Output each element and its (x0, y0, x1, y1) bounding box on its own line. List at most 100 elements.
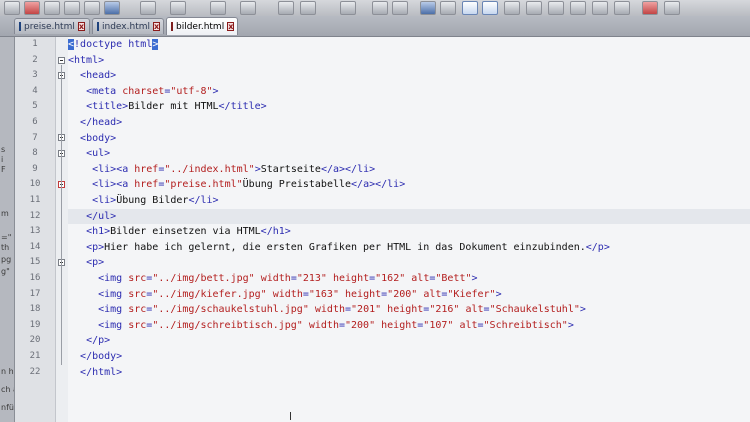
side-fragment: g" (1, 267, 10, 276)
side-fragment: th (1, 243, 10, 252)
tab-index[interactable]: index.html x (92, 18, 164, 34)
code-line: <html> (68, 54, 105, 66)
line-number: 21 (29, 351, 41, 361)
toolbar-button[interactable] (278, 1, 294, 15)
toolbar-button[interactable] (240, 1, 256, 15)
line-number: 4 (32, 85, 38, 96)
tab-bilder[interactable]: bilder.html x (166, 17, 238, 35)
html-file-icon (171, 22, 173, 31)
code-line: <li><a href="../index.html">Startseite</… (92, 163, 376, 175)
toolbar-button[interactable] (420, 1, 436, 15)
toolbar-button[interactable] (664, 1, 680, 15)
tab-label: bilder.html (176, 21, 225, 32)
toolbar-button[interactable] (570, 1, 586, 15)
fold-column (56, 37, 68, 422)
close-icon[interactable]: x (152, 22, 161, 31)
tab-bar: preise.html x index.html x bilder.html x (0, 16, 750, 37)
line-number: 14 (29, 241, 41, 252)
side-fragment: i (1, 155, 4, 164)
code-line: </head> (80, 117, 123, 128)
line-number: 16 (29, 273, 41, 283)
side-fragment: nfüh (1, 403, 14, 412)
tab-preise[interactable]: preise.html x (14, 18, 90, 34)
code-line: <title>Bilder mit HTML</title> (86, 101, 267, 113)
close-icon[interactable]: x (227, 22, 235, 31)
tab-label: preise.html (24, 21, 75, 32)
code-line: </body> (80, 351, 123, 362)
side-fragment: s (1, 145, 6, 154)
line-number: 13 (29, 226, 41, 237)
side-fragment: ch a (1, 385, 14, 394)
code-line: <img src="../img/schaukelstuhl.jpg" widt… (98, 304, 586, 316)
toolbar-button[interactable] (462, 1, 478, 15)
close-icon[interactable]: x (77, 22, 86, 31)
toolbar-button[interactable] (170, 1, 186, 15)
toolbar-button[interactable] (614, 1, 630, 15)
side-panel: s i F m =" th pg g" n hä ch a nfüh (0, 37, 15, 422)
code-line: <body> (80, 132, 117, 144)
line-number: 20 (29, 335, 41, 346)
code-line: <img src="../img/kiefer.jpg" width="163"… (98, 288, 502, 300)
line-number: 15 (29, 257, 41, 268)
toolbar-button[interactable] (104, 1, 120, 15)
side-fragment: F (1, 165, 6, 174)
side-fragment: pg (1, 255, 12, 264)
html-file-icon (19, 22, 21, 31)
line-number: 18 (29, 304, 41, 315)
line-number: 22 (29, 366, 41, 377)
line-number: 1 (32, 39, 38, 49)
line-number: 3 (32, 70, 38, 81)
toolbar-button[interactable] (24, 1, 40, 15)
code-line: </p> (86, 335, 111, 347)
toolbar-button[interactable] (526, 1, 542, 15)
code-line: </html> (80, 366, 123, 378)
toolbar-button[interactable] (340, 1, 356, 15)
code-line: <meta charset="utf-8"> (86, 85, 219, 97)
toolbar-button[interactable] (64, 1, 80, 15)
code-line: <ul> (86, 148, 111, 160)
toolbar-button[interactable] (642, 1, 658, 15)
line-number: 7 (32, 132, 38, 143)
line-number: 10 (29, 179, 41, 190)
fold-guide (61, 65, 62, 365)
html-file-icon (97, 22, 99, 31)
toolbar-button[interactable] (482, 1, 498, 15)
toolbar (0, 0, 750, 17)
toolbar-button[interactable] (140, 1, 156, 15)
code-line: <li>Übung Bilder</li> (92, 195, 219, 206)
side-fragment: n hä (1, 367, 14, 376)
toolbar-button[interactable] (44, 1, 60, 15)
code-line: <img src="../img/bett.jpg" width="213" h… (98, 273, 478, 284)
code-line: <head> (80, 70, 117, 82)
code-editor[interactable]: <!doctype html> <html> <head> <meta char… (68, 37, 750, 422)
line-number: 2 (32, 54, 38, 65)
code-line: <li><a href="preise.html"Übung Preistabe… (92, 179, 406, 191)
code-line: <img src="../img/schreibtisch.jpg" width… (98, 319, 574, 331)
fold-toggle-icon[interactable] (58, 57, 65, 64)
toolbar-button[interactable] (84, 1, 100, 15)
code-line: <h1>Bilder einsetzen via HTML</h1> (86, 226, 291, 238)
code-line: <p> (86, 257, 105, 269)
toolbar-button[interactable] (504, 1, 520, 15)
line-number: 11 (29, 195, 41, 205)
toolbar-button[interactable] (210, 1, 226, 15)
toolbar-button[interactable] (440, 1, 456, 15)
line-number: 17 (29, 288, 41, 299)
side-fragment: m (1, 209, 9, 218)
line-number: 9 (32, 163, 38, 174)
toolbar-button[interactable] (392, 1, 408, 15)
line-number: 5 (32, 101, 38, 112)
line-number: 12 (29, 210, 41, 221)
mouse-cursor-icon (290, 412, 295, 420)
toolbar-button[interactable] (300, 1, 316, 15)
tab-label: index.html (102, 21, 150, 32)
line-number: 6 (32, 117, 38, 127)
code-line: <!doctype html> (68, 39, 159, 50)
toolbar-button[interactable] (592, 1, 608, 15)
line-number: 8 (32, 148, 38, 159)
toolbar-button[interactable] (372, 1, 388, 15)
toolbar-button[interactable] (4, 1, 20, 15)
code-line: <p>Hier habe ich gelernt, die ersten Gra… (86, 241, 610, 253)
side-fragment: =" (1, 233, 12, 242)
toolbar-button[interactable] (548, 1, 564, 15)
